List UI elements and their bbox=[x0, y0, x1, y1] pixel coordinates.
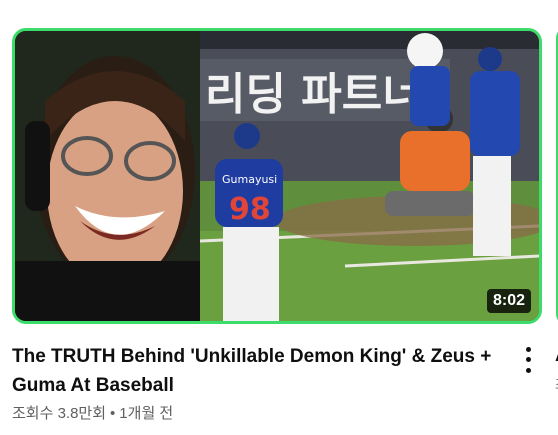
jersey-number: 98 bbox=[229, 192, 271, 227]
video-title[interactable]: The TRUTH Behind 'Unkillable Demon King'… bbox=[12, 342, 502, 400]
view-count: 조회수 3.8만회 bbox=[12, 405, 107, 422]
meta-separator: • bbox=[110, 405, 116, 422]
menu-dot bbox=[525, 368, 531, 374]
jersey-name: Gumayusi bbox=[222, 173, 277, 186]
video-duration: 8:02 bbox=[486, 289, 531, 313]
video-card: 리딩 파트너 Gumayusi 98 8:02 The TRUTH Behind… bbox=[0, 0, 558, 435]
video-thumbnail[interactable]: 리딩 파트너 Gumayusi 98 8:02 bbox=[12, 28, 542, 324]
menu-dot bbox=[525, 357, 531, 363]
video-metadata: 조회수 3.8만회 • 1개월 전 bbox=[12, 402, 173, 423]
menu-dot bbox=[525, 346, 531, 352]
more-vertical-icon[interactable] bbox=[516, 344, 540, 376]
thumbnail-image: 리딩 파트너 Gumayusi 98 bbox=[15, 31, 539, 321]
upload-age: 1개월 전 bbox=[119, 405, 174, 422]
banner-text: 리딩 파트너 bbox=[205, 69, 423, 120]
